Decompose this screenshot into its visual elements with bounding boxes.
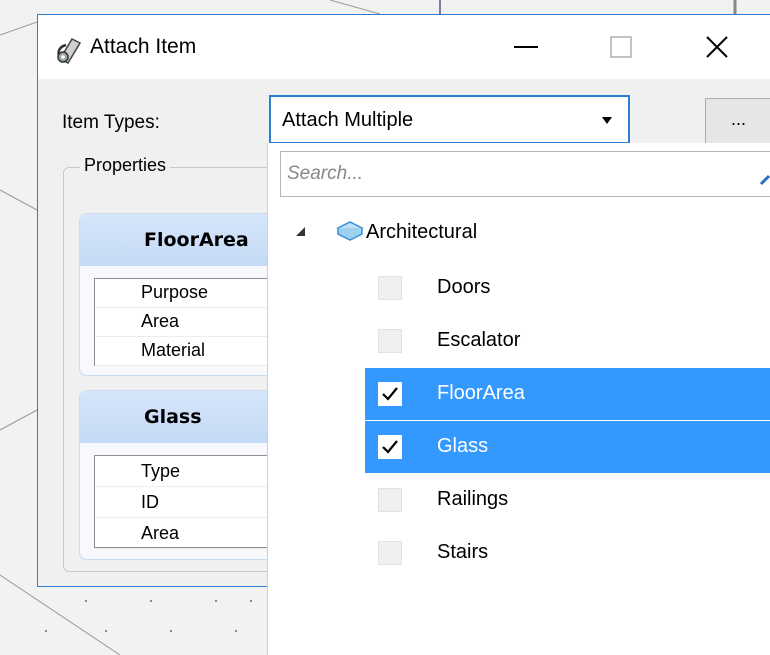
property-row[interactable]: Material <box>95 337 293 366</box>
maximize-button[interactable] <box>588 25 654 69</box>
floorarea-property-card: FloorArea Purpose Area Material <box>79 213 299 376</box>
card-title: FloorArea <box>80 214 298 266</box>
item-types-selected-value: Attach Multiple <box>282 109 414 131</box>
property-list: Type ID Area <box>94 455 294 549</box>
search-input[interactable] <box>287 158 737 190</box>
tree-item-label: Escalator <box>437 329 521 351</box>
tree-item-escalator[interactable]: Escalator <box>365 315 770 367</box>
category-icon <box>336 221 364 241</box>
checkbox[interactable] <box>378 488 402 512</box>
minimize-icon <box>514 46 538 48</box>
checkbox[interactable] <box>378 276 402 300</box>
expand-arrow-icon[interactable] <box>296 227 305 236</box>
checkbox[interactable] <box>378 329 402 353</box>
close-button[interactable] <box>684 25 750 69</box>
checkbox[interactable] <box>378 435 402 459</box>
property-row[interactable]: ID <box>95 487 293 518</box>
property-row[interactable]: Purpose <box>95 279 293 308</box>
title-bar[interactable]: Attach Item <box>38 15 770 79</box>
tree-item-label: Railings <box>437 488 509 510</box>
card-title: Glass <box>80 391 298 443</box>
minimize-button[interactable] <box>493 25 559 69</box>
tree-item-label: Stairs <box>437 541 489 563</box>
glass-property-card: Glass Type ID Area <box>79 390 299 560</box>
search-icon <box>759 174 770 186</box>
item-types-dropdown[interactable]: Attach Multiple <box>269 95 630 144</box>
tree-item-railings[interactable]: Railings <box>365 474 770 526</box>
property-list: Purpose Area Material <box>94 278 294 366</box>
property-row[interactable]: Type <box>95 456 293 487</box>
checkmark-icon <box>382 440 398 454</box>
property-row[interactable]: Area <box>95 518 293 549</box>
tree-item-label: Doors <box>437 276 491 298</box>
item-types-dropdown-panel: Architectural Doors Escalator FloorArea Gla… <box>267 143 770 655</box>
tree-item-label: FloorArea <box>437 382 525 404</box>
properties-label: Properties <box>80 155 171 176</box>
tree-item-doors[interactable]: Doors <box>365 262 770 314</box>
tree-item-floorarea[interactable]: FloorArea <box>365 368 770 420</box>
browse-button[interactable]: ... <box>705 98 770 145</box>
tree-item-glass[interactable]: Glass <box>365 421 770 473</box>
search-box[interactable] <box>280 151 770 197</box>
checkmark-icon <box>382 387 398 401</box>
maximize-icon <box>610 36 632 58</box>
tree-node-architectural[interactable]: Architectural <box>268 209 770 253</box>
window-title: Attach Item <box>90 35 197 58</box>
checkbox[interactable] <box>378 541 402 565</box>
tree-node-label: Architectural <box>366 221 478 243</box>
chevron-down-icon <box>602 117 612 124</box>
tree-item-label: Glass <box>437 435 489 457</box>
tree-item-stairs[interactable]: Stairs <box>365 527 770 579</box>
checkbox[interactable] <box>378 382 402 406</box>
attach-item-icon <box>57 38 82 64</box>
close-icon <box>706 36 728 58</box>
item-types-label: Item Types: <box>62 112 160 133</box>
property-row[interactable]: Area <box>95 308 293 337</box>
